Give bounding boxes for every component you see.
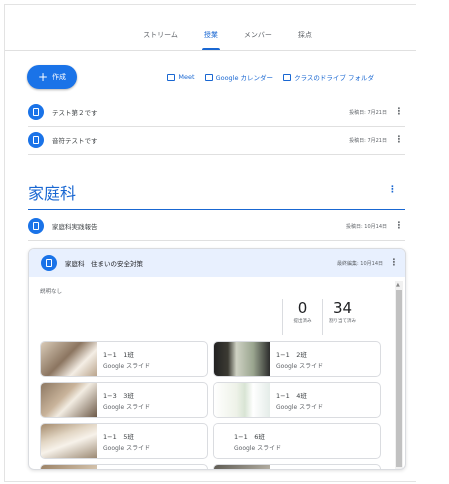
tab-classwork[interactable]: 授業 <box>201 30 220 50</box>
class-links: Meet Google カレンダー クラスのドライブ フォルダ <box>167 72 374 82</box>
stat-turned-in[interactable]: 0 提出済み <box>282 299 322 335</box>
meet-label: Meet <box>178 73 195 81</box>
attachment-name: 1−1 1班 <box>103 350 134 359</box>
slide-thumbnail <box>214 342 270 376</box>
create-label: 作成 <box>52 73 67 81</box>
attachment-name: 1−1 6班 <box>234 432 265 441</box>
topic-post-row[interactable]: 家庭科実践報告 投稿日: 10月14日 ⋮ <box>28 213 405 239</box>
stat-value: 34 <box>332 299 353 317</box>
meet-link[interactable]: Meet <box>167 72 195 82</box>
assignment-icon <box>28 218 44 234</box>
attachment-type: Google スライド <box>276 362 324 370</box>
attachment-name: 1−1 5班 <box>103 432 134 441</box>
more-options-icon[interactable]: ⋮ <box>393 135 405 145</box>
post-row[interactable]: 音符テストです 投稿日: 7月21日 ⋮ <box>28 127 405 153</box>
drive-label: クラスのドライブ フォルダ <box>294 74 374 82</box>
assignment-icon <box>41 255 57 271</box>
more-options-icon[interactable]: ⋮ <box>393 221 405 231</box>
attachment-card[interactable]: 1−1 2班 Google スライド <box>213 341 381 377</box>
post-row[interactable]: テスト第２です 投稿日: 7月21日 ⋮ <box>28 99 405 125</box>
top-navigation: ストリーム 授業 メンバー 採点 <box>5 5 416 51</box>
post-title: テスト第２です <box>52 109 98 117</box>
slide-thumbnail <box>41 342 97 376</box>
post-title: 音符テストです <box>52 137 98 145</box>
more-options-icon[interactable]: ⋮ <box>383 258 405 268</box>
stat-caption: 提出済み <box>293 319 312 324</box>
app-frame: ストリーム 授業 メンバー 採点 + 作成 Meet Google カレンダー … <box>4 4 416 482</box>
attachment-card[interactable]: 1−1 4班 Google スライド <box>213 382 381 418</box>
stat-caption: 割り当て済み <box>329 319 356 324</box>
calendar-link[interactable]: Google カレンダー <box>204 72 274 82</box>
divider <box>28 154 405 155</box>
post-date: 投稿日: 10月14日 <box>346 223 387 230</box>
drive-folder-link[interactable]: クラスのドライブ フォルダ <box>283 72 374 82</box>
attachment-type: Google スライド <box>234 444 282 452</box>
assignment-icon <box>28 132 44 148</box>
topic-divider <box>28 209 405 210</box>
drive-icon <box>283 73 292 81</box>
attachment-name: 1−1 2班 <box>276 350 307 359</box>
slide-thumbnail <box>41 465 97 469</box>
attachment-type: Google スライド <box>103 403 151 411</box>
tab-stream[interactable]: ストリーム <box>141 30 180 50</box>
topic-title: 家庭科 <box>28 184 77 203</box>
attachment-card[interactable]: 1−3 3班 Google スライド <box>40 382 208 418</box>
slide-thumbnail <box>214 424 228 458</box>
attachment-name: 1−3 3班 <box>103 391 134 400</box>
submission-stats: 0 提出済み 34 割り当て済み <box>282 299 362 335</box>
assignment-icon <box>28 104 44 120</box>
card-header[interactable]: 家庭科 住まいの安全対策 最終編集: 10月14日 ⋮ <box>29 249 405 277</box>
post-date: 投稿日: 7月21日 <box>349 137 387 144</box>
expanded-assignment-card: 家庭科 住まいの安全対策 最終編集: 10月14日 ⋮ 説明なし 0 提出済み … <box>28 248 406 470</box>
calendar-icon <box>204 73 213 81</box>
slide-thumbnail <box>41 383 97 417</box>
post-date: 投稿日: 7月21日 <box>349 109 387 116</box>
more-options-icon[interactable]: ⋮ <box>393 107 405 117</box>
slide-thumbnail <box>214 465 270 469</box>
attachment-card[interactable]: 1−1 5班 Google スライド <box>40 423 208 459</box>
attachment-card[interactable]: 1−1 6班 Google スライド <box>213 423 381 459</box>
topic-more-options-icon[interactable]: ⋮ <box>388 185 397 195</box>
post-title: 家庭科実践報告 <box>52 223 98 231</box>
card-title: 家庭科 住まいの安全対策 <box>65 260 143 268</box>
tab-members[interactable]: メンバー <box>242 30 274 50</box>
attachment-card[interactable]: 1−1 1班 Google スライド <box>40 341 208 377</box>
attachment-card[interactable] <box>213 464 381 469</box>
attachment-type: Google スライド <box>103 362 151 370</box>
attachment-type: Google スライド <box>276 403 324 411</box>
slide-thumbnail <box>214 383 270 417</box>
stat-assigned[interactable]: 34 割り当て済み <box>322 299 362 335</box>
attachment-card[interactable] <box>40 464 208 469</box>
card-scrollbar[interactable]: ▲ <box>395 281 403 469</box>
scroll-up-icon[interactable]: ▲ <box>396 282 400 288</box>
divider <box>28 240 405 241</box>
create-button[interactable]: + 作成 <box>27 65 77 89</box>
scrollbar-thumb[interactable] <box>396 290 402 467</box>
video-icon <box>167 73 176 81</box>
attachment-type: Google スライド <box>103 444 151 452</box>
plus-icon: + <box>37 70 49 84</box>
stat-value: 0 <box>297 299 308 317</box>
calendar-label: Google カレンダー <box>215 74 274 82</box>
card-date: 最終編集: 10月14日 <box>337 260 383 267</box>
slide-thumbnail <box>41 424 97 458</box>
card-description: 説明なし <box>40 289 63 295</box>
attachment-name: 1−1 4班 <box>276 391 307 400</box>
tab-grades[interactable]: 採点 <box>296 30 314 50</box>
